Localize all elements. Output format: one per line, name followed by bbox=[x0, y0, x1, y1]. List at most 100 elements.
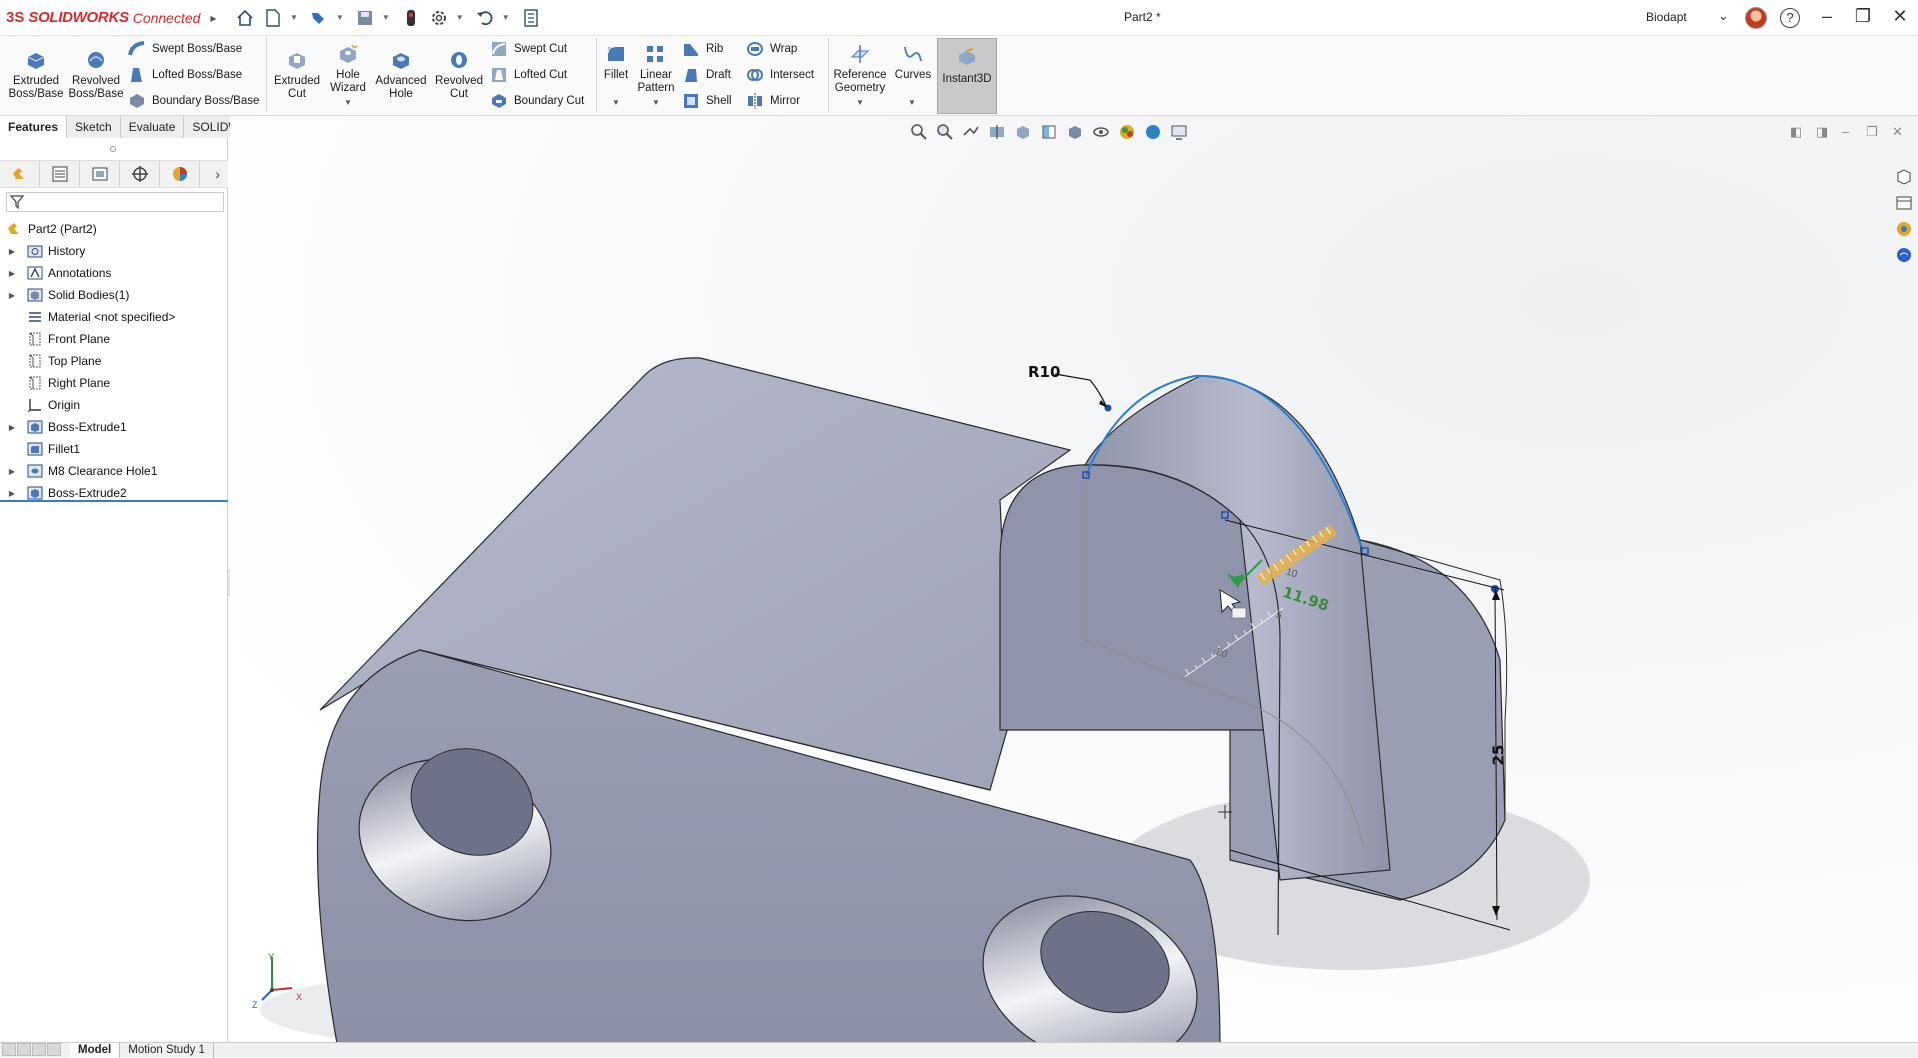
wrap-button[interactable]: Wrap bbox=[746, 40, 797, 58]
view-orientation-icon[interactable] bbox=[1038, 122, 1060, 142]
viewport-restore-icon[interactable]: ❐ bbox=[1866, 124, 1878, 140]
lofted-cut-button[interactable]: Lofted Cut bbox=[490, 66, 567, 84]
tree-item-right-plane[interactable]: Right Plane bbox=[0, 372, 228, 394]
reference-geometry-button[interactable]: Reference Geometry bbox=[832, 42, 888, 95]
expand-arrow-icon[interactable]: ▶ bbox=[6, 291, 18, 300]
graphics-area[interactable]: R10 25 11.98 10 5 20 Y X Z bbox=[230, 116, 1918, 1042]
fillet-button[interactable]: Fillet bbox=[600, 42, 632, 82]
lofted-boss-button[interactable]: Lofted Boss/Base bbox=[128, 66, 242, 84]
tree-filter-input[interactable] bbox=[6, 192, 224, 212]
display-style-icon[interactable] bbox=[1064, 122, 1086, 142]
custom-properties-icon[interactable] bbox=[1893, 244, 1915, 266]
expand-arrow-icon[interactable]: ▶ bbox=[6, 269, 18, 278]
mirror-button[interactable]: Mirror bbox=[746, 92, 800, 110]
edit-appearance-icon[interactable] bbox=[1116, 122, 1138, 142]
configuration-manager-tab-icon[interactable] bbox=[80, 161, 120, 187]
tree-root-part[interactable]: Part2 (Part2) bbox=[0, 218, 228, 240]
options-dropdown-icon[interactable]: ▼ bbox=[456, 13, 464, 22]
panel-more-icon[interactable]: › bbox=[215, 166, 220, 182]
tree-item-history[interactable]: ▶ History bbox=[0, 240, 228, 262]
menu-expand-icon[interactable]: ▸ bbox=[210, 11, 216, 25]
advanced-hole-button[interactable]: Advanced Hole bbox=[372, 48, 430, 101]
tree-item-boss-extrude1[interactable]: ▶ Boss-Extrude1 bbox=[0, 416, 228, 438]
swept-boss-button[interactable]: Swept Boss/Base bbox=[128, 40, 242, 58]
restore-icon[interactable]: ❐ bbox=[1848, 6, 1878, 27]
zoom-to-fit-icon[interactable] bbox=[908, 122, 930, 142]
new-dropdown-icon[interactable]: ▼ bbox=[290, 13, 298, 22]
linear-pattern-dropdown-icon[interactable]: ▼ bbox=[652, 98, 660, 107]
expand-arrow-icon[interactable]: ▶ bbox=[6, 423, 18, 432]
tree-item-solid-bodies-1[interactable]: ▶ Solid Bodies(1) bbox=[0, 284, 228, 306]
curves-dropdown-icon[interactable]: ▼ bbox=[908, 98, 916, 107]
user-dropdown-icon[interactable]: ⌄ bbox=[1718, 8, 1729, 24]
undo-icon[interactable] bbox=[474, 7, 496, 29]
draft-button[interactable]: Draft bbox=[682, 66, 731, 84]
curves-button[interactable]: Curves bbox=[892, 42, 934, 82]
print-icon[interactable] bbox=[400, 7, 422, 29]
boundary-boss-button[interactable]: Boundary Boss/Base bbox=[128, 92, 259, 110]
swept-cut-button[interactable]: Swept Cut bbox=[490, 40, 567, 58]
expand-arrow-icon[interactable]: ▶ bbox=[6, 467, 18, 476]
close-icon[interactable]: ✕ bbox=[1885, 6, 1915, 27]
tree-item-top-plane[interactable]: Top Plane bbox=[0, 350, 228, 372]
extruded-cut-button[interactable]: Extruded Cut bbox=[270, 48, 324, 101]
tree-item-fillet1[interactable]: Fillet1 bbox=[0, 438, 228, 460]
undo-dropdown-icon[interactable]: ▼ bbox=[502, 13, 510, 22]
save-dropdown-icon[interactable]: ▼ bbox=[382, 13, 390, 22]
open-dropdown-icon[interactable]: ▼ bbox=[336, 13, 344, 22]
viewport-tile-right-icon[interactable]: ◨ bbox=[1816, 124, 1828, 140]
hole-wizard-button[interactable]: Hole Wizard bbox=[324, 42, 372, 95]
open-icon[interactable] bbox=[308, 7, 330, 29]
revolved-boss-button[interactable]: Revolved Boss/Base bbox=[68, 48, 124, 101]
file-properties-icon[interactable] bbox=[520, 7, 542, 29]
tab-features[interactable]: Features bbox=[0, 116, 68, 138]
model-3d-view[interactable] bbox=[230, 116, 1918, 1042]
tree-item-annotations[interactable]: ▶ Annotations bbox=[0, 262, 228, 284]
file-explorer-icon[interactable] bbox=[1893, 192, 1915, 214]
expand-arrow-icon[interactable]: ▶ bbox=[6, 247, 18, 256]
viewport-tile-left-icon[interactable]: ◧ bbox=[1790, 124, 1802, 140]
hole-wizard-dropdown-icon[interactable]: ▼ bbox=[344, 98, 352, 107]
zoom-to-area-icon[interactable] bbox=[934, 122, 956, 142]
rebuild-options-gear-icon[interactable] bbox=[428, 7, 450, 29]
previous-view-icon[interactable] bbox=[960, 122, 982, 142]
radius-dimension-label[interactable]: R10 bbox=[1028, 363, 1060, 381]
appearances-icon[interactable] bbox=[1893, 218, 1915, 240]
user-name[interactable]: Biodapt bbox=[1646, 10, 1687, 24]
apply-scene-icon[interactable] bbox=[1142, 122, 1164, 142]
tab-sketch[interactable]: Sketch bbox=[67, 116, 121, 138]
linear-pattern-button[interactable]: Linear Pattern bbox=[634, 42, 678, 95]
tree-item-front-plane[interactable]: Front Plane bbox=[0, 328, 228, 350]
home-icon[interactable] bbox=[234, 7, 256, 29]
viewport-minimize-icon[interactable]: – bbox=[1842, 124, 1849, 139]
expand-arrow-icon[interactable]: ▶ bbox=[6, 489, 18, 498]
fillet-dropdown-icon[interactable]: ▼ bbox=[612, 98, 620, 107]
feature-manager-tab-icon[interactable] bbox=[0, 161, 40, 187]
user-avatar[interactable] bbox=[1745, 7, 1767, 29]
instant3d-button[interactable]: Instant3D bbox=[938, 46, 996, 86]
revolved-cut-button[interactable]: Revolved Cut bbox=[432, 48, 486, 101]
dynamic-annotation-icon[interactable] bbox=[1012, 122, 1034, 142]
tree-item-m8-clearance-hole1[interactable]: ▶ M8 Clearance Hole1 bbox=[0, 460, 228, 482]
new-document-icon[interactable] bbox=[262, 7, 284, 29]
tab-evaluate[interactable]: Evaluate bbox=[120, 116, 185, 138]
shell-button[interactable]: Shell bbox=[682, 92, 732, 110]
height-dimension-label[interactable]: 25 bbox=[1489, 745, 1507, 766]
boundary-cut-button[interactable]: Boundary Cut bbox=[490, 92, 584, 110]
viewport-close-icon[interactable]: ✕ bbox=[1892, 124, 1903, 140]
minimize-icon[interactable]: – bbox=[1812, 6, 1842, 27]
rollback-bar[interactable] bbox=[0, 500, 228, 502]
tab-scroll-buttons[interactable] bbox=[0, 1042, 70, 1058]
display-manager-tab-icon[interactable] bbox=[160, 161, 200, 187]
property-manager-tab-icon[interactable] bbox=[40, 161, 80, 187]
solidworks-logo[interactable]: 3S SOLIDWORKS Connected ▸ bbox=[0, 0, 216, 36]
hide-show-items-icon[interactable] bbox=[1090, 122, 1112, 142]
extruded-boss-button[interactable]: Extruded Boss/Base bbox=[8, 48, 64, 101]
tab-motion-study[interactable]: Motion Study 1 bbox=[120, 1042, 214, 1058]
tree-item-material-not-specified[interactable]: Material <not specified> bbox=[0, 306, 228, 328]
save-icon[interactable] bbox=[354, 7, 376, 29]
dimxpert-manager-tab-icon[interactable] bbox=[120, 161, 160, 187]
rib-button[interactable]: Rib bbox=[682, 40, 723, 58]
tab-model[interactable]: Model bbox=[70, 1042, 121, 1058]
reference-geometry-dropdown-icon[interactable]: ▼ bbox=[856, 98, 864, 107]
